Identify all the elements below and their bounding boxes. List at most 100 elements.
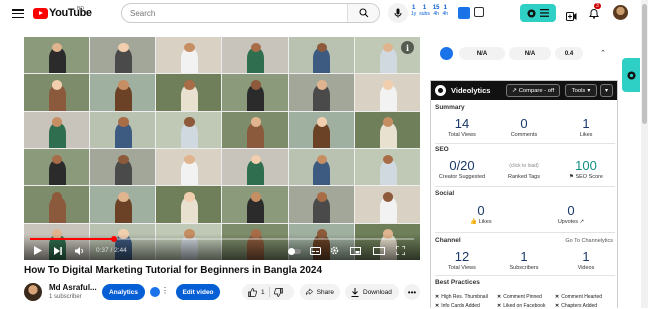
edit-video-button[interactable]: Edit video <box>176 284 220 300</box>
download-button[interactable]: Download <box>345 284 399 300</box>
metric-pill[interactable]: N/A <box>509 47 551 60</box>
channelytics-link[interactable]: Go To Channelytics <box>565 238 613 244</box>
create-video-icon[interactable] <box>566 8 577 26</box>
scrollbar-thumb[interactable] <box>642 4 647 124</box>
video-frame-tile <box>156 186 222 223</box>
video-frame-tile <box>90 148 156 186</box>
seo-creator-tags[interactable]: 0/20 Creator Suggested <box>432 159 492 181</box>
panel-header: Videolytics ↗ Compare - off Tools ▾ ▾ <box>431 81 617 100</box>
info-icon[interactable]: i <box>401 41 414 54</box>
video-frame-tile <box>156 111 222 148</box>
fullscreen-icon[interactable] <box>396 246 405 255</box>
metric-pill[interactable]: 0.4 <box>555 47 583 60</box>
notifications-button[interactable]: 3 <box>589 3 601 24</box>
trophy-icon: ⚑ <box>569 174 574 180</box>
settings-gear-icon[interactable] <box>330 246 339 255</box>
extension-icon[interactable] <box>474 7 484 17</box>
video-frame-tile <box>288 186 354 223</box>
account-avatar[interactable] <box>613 5 628 20</box>
best-practices-title: Best Practices <box>435 279 480 286</box>
video-frame-tile <box>24 111 90 148</box>
summary-title: Summary <box>435 104 465 111</box>
chevron-up-icon[interactable]: ⌃ <box>600 49 606 57</box>
channel-avatar[interactable] <box>24 283 42 301</box>
more-actions-button[interactable]: ••• <box>404 284 420 300</box>
video-frame-tile <box>90 186 156 223</box>
ext-stat: 1 1y <box>411 5 417 17</box>
video-frame-tile <box>354 74 420 111</box>
dislike-icon[interactable] <box>273 287 283 297</box>
video-frame-tile <box>354 111 420 148</box>
video-frame-tile <box>90 74 156 111</box>
summary-comments: 0 Comments <box>510 116 538 139</box>
video-frame-tile <box>24 37 90 74</box>
next-icon[interactable] <box>54 247 62 255</box>
ext-stat: 1 subs <box>419 5 430 17</box>
like-dislike-group: 1 <box>242 284 294 300</box>
video-frame-tile <box>222 111 288 148</box>
seo-title: SEO <box>435 146 449 153</box>
videolytics-logo-icon <box>435 85 446 96</box>
divider <box>435 275 615 276</box>
videolytics-side-tab[interactable] <box>622 58 640 92</box>
best-practice-item: ✕ Liked on Facebook <box>497 303 546 309</box>
progress-bar[interactable] <box>30 236 414 242</box>
extension-stats[interactable]: 1 1y 1 subs 15 4h 1 4h <box>411 5 448 17</box>
videolytics-mini-icon[interactable] <box>150 287 160 297</box>
like-icon[interactable] <box>248 287 257 297</box>
progress-handle[interactable] <box>111 236 118 242</box>
compare-button[interactable]: ↗ Compare - off <box>506 84 560 97</box>
theater-mode-icon[interactable] <box>373 247 385 255</box>
video-frame-tile <box>24 148 90 186</box>
video-frame-tile <box>288 74 354 111</box>
extension-icon[interactable] <box>458 7 470 19</box>
best-practice-item: ✕ Chapters Added <box>555 303 598 309</box>
menu-icon[interactable] <box>12 9 24 18</box>
metric-pill[interactable]: N/A <box>459 47 505 60</box>
like-count: 1 <box>261 288 265 296</box>
video-frame <box>24 37 420 260</box>
video-frame-tile <box>288 37 354 74</box>
seo-score[interactable]: 100 ⚑ SEO Score <box>556 159 616 181</box>
video-frame-tile <box>222 74 288 111</box>
youtube-play-icon <box>33 7 48 19</box>
videolytics-side-icon[interactable] <box>440 47 453 60</box>
analytics-button[interactable]: Analytics <box>102 284 145 300</box>
autoplay-toggle-icon[interactable] <box>288 248 301 255</box>
miniplayer-icon[interactable] <box>350 247 361 255</box>
channel-name[interactable]: Md Asraful... <box>49 283 97 292</box>
social-upvotes: 0 Upvotes ↗ <box>557 203 585 226</box>
time-display: 0:37 / 2:44 <box>96 247 127 254</box>
videolytics-toggle-button[interactable] <box>520 4 556 22</box>
page-scrollbar[interactable] <box>641 0 648 308</box>
channel-total-views: 12 Total Views <box>448 249 476 272</box>
thumbs-up-icon: 👍 <box>470 219 478 225</box>
video-frame-tile <box>24 74 90 111</box>
x-icon: ✕ <box>435 294 440 300</box>
share-button[interactable]: Share <box>300 284 340 300</box>
video-frame-tile <box>90 37 156 74</box>
search-button[interactable] <box>347 4 379 22</box>
seo-ranked-tags[interactable]: (click to load) Ranked Tags <box>494 162 554 180</box>
subtitles-icon[interactable] <box>310 247 321 255</box>
youtube-logo-text: YouTube <box>49 7 92 19</box>
video-player[interactable]: i 0:37 / 2:44 <box>24 37 420 260</box>
social-likes: 0 👍 Likes <box>470 203 492 226</box>
video-frame-tile <box>222 148 288 186</box>
panel-brand: Videolytics <box>451 86 491 95</box>
download-icon <box>351 287 359 297</box>
voice-search-button[interactable] <box>388 3 408 23</box>
volume-icon[interactable] <box>75 247 85 255</box>
panel-menu-button[interactable]: ▾ <box>600 84 613 97</box>
videolytics-icon <box>527 8 536 18</box>
search-input[interactable] <box>130 8 330 18</box>
subscriber-count: 1 subscriber <box>49 294 82 300</box>
divider <box>435 232 615 233</box>
divider <box>435 186 615 187</box>
x-icon: ✕ <box>555 294 560 300</box>
summary-total-views: 14 Total Views <box>448 116 476 139</box>
more-options-icon[interactable]: ⋮ <box>161 286 169 295</box>
tools-dropdown[interactable]: Tools ▾ <box>565 84 597 97</box>
play-icon[interactable] <box>34 246 42 255</box>
best-practice-item: ✕ Comment Hearted <box>555 294 603 300</box>
